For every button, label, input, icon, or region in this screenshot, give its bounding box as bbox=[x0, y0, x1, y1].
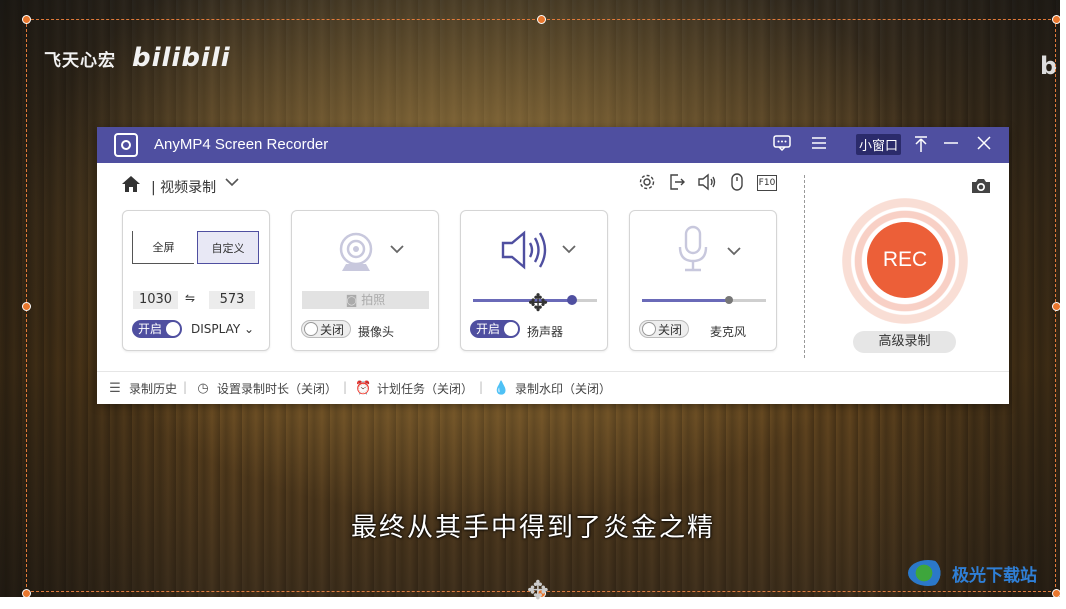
tool-icons: F10 bbox=[637, 173, 777, 193]
resize-handle-bottom-right[interactable] bbox=[1052, 589, 1061, 598]
drop-icon: 💧 bbox=[493, 381, 510, 396]
speaker-volume-knob[interactable] bbox=[567, 295, 578, 305]
link-ratio-icon[interactable]: ⇋ bbox=[185, 291, 195, 305]
speaker-icon[interactable] bbox=[697, 173, 717, 193]
snapshot-button[interactable]: ◙ 拍照 bbox=[302, 291, 429, 309]
export-icon[interactable] bbox=[667, 173, 687, 193]
home-icon[interactable] bbox=[121, 175, 141, 198]
vertical-divider bbox=[804, 175, 805, 358]
app-logo-icon bbox=[114, 133, 138, 157]
close-icon[interactable] bbox=[976, 135, 992, 156]
custom-area-label: 自定义 bbox=[211, 242, 245, 255]
move-cursor-icon: ✥ bbox=[528, 289, 549, 317]
speaker-card: 开启 扬声器 bbox=[460, 210, 608, 351]
separator: | bbox=[343, 380, 348, 394]
microphone-dropdown-icon[interactable] bbox=[726, 241, 742, 260]
display-toggle[interactable]: 开启 bbox=[132, 320, 182, 338]
webcam-toggle-label: 关闭 bbox=[320, 323, 345, 337]
separator: | bbox=[183, 380, 188, 394]
mini-window-button[interactable]: 小窗口 bbox=[856, 134, 902, 155]
app-title: AnyMP4 Screen Recorder bbox=[154, 136, 329, 153]
screenshot-camera-icon[interactable] bbox=[970, 177, 992, 200]
recorder-window: AnyMP4 Screen Recorder 小窗口 | 视频录制 F10 全屏… bbox=[97, 127, 1009, 404]
speaker-large-icon bbox=[499, 229, 551, 275]
microphone-icon bbox=[676, 225, 710, 277]
snapshot-label: 拍照 bbox=[361, 293, 386, 307]
record-duration-item[interactable]: ◷ 设置录制时长（关闭） bbox=[195, 380, 337, 397]
resize-handle-top[interactable] bbox=[537, 15, 546, 24]
minimize-icon[interactable] bbox=[943, 135, 959, 156]
list-icon: ☰ bbox=[109, 381, 121, 396]
microphone-volume-knob[interactable] bbox=[724, 296, 733, 304]
microphone-volume-slider[interactable] bbox=[642, 296, 766, 304]
width-input[interactable]: 1030 bbox=[133, 291, 178, 309]
mode-selector-label[interactable]: | 视频录制 bbox=[151, 177, 216, 197]
resize-handle-top-left[interactable] bbox=[22, 15, 31, 24]
speaker-label: 扬声器 bbox=[527, 325, 564, 339]
microphone-toggle-label: 关闭 bbox=[658, 323, 683, 337]
site-watermark-text: 极光下载站 bbox=[952, 565, 1037, 586]
height-input[interactable]: 573 bbox=[209, 291, 255, 309]
webcam-label: 摄像头 bbox=[358, 325, 395, 339]
schedule-task-item[interactable]: ⏰ 计划任务（关闭） bbox=[355, 380, 473, 397]
camera-small-icon: ◙ bbox=[345, 293, 358, 307]
fullscreen-button[interactable]: 全屏 bbox=[132, 231, 194, 264]
resize-handle-left[interactable] bbox=[22, 302, 31, 311]
schedule-task-label: 计划任务（关闭） bbox=[377, 382, 474, 396]
display-card: 全屏 自定义 1030 ⇋ 573 开启 DISPLAY ⌄ bbox=[122, 210, 270, 351]
feedback-icon[interactable] bbox=[773, 135, 791, 156]
clock-icon: ◷ bbox=[197, 381, 209, 396]
settings-icon[interactable] bbox=[637, 173, 657, 193]
record-watermark-item[interactable]: 💧 录制水印（关闭） bbox=[493, 380, 611, 397]
resize-handle-bottom-left[interactable] bbox=[22, 589, 31, 598]
speaker-toggle-label: 开启 bbox=[476, 322, 501, 336]
rec-button[interactable]: REC bbox=[867, 222, 943, 298]
custom-area-button[interactable]: 自定义 bbox=[197, 231, 259, 264]
record-watermark-label: 录制水印（关闭） bbox=[515, 382, 612, 396]
record-history-item[interactable]: ☰ 录制历史 bbox=[107, 380, 177, 397]
fullscreen-label: 全屏 bbox=[152, 241, 175, 254]
bottom-bar: ☰ 录制历史 | ◷ 设置录制时长（关闭） | ⏰ 计划任务（关闭） | 💧 录… bbox=[97, 371, 1009, 404]
microphone-card: 关闭 麦克风 bbox=[629, 210, 777, 351]
display-toggle-label: 开启 bbox=[138, 322, 163, 336]
microphone-toggle[interactable]: 关闭 bbox=[639, 320, 689, 338]
speaker-volume-fill bbox=[473, 299, 573, 302]
webcam-dropdown-icon[interactable] bbox=[389, 239, 405, 258]
f10-key-icon[interactable]: F10 bbox=[757, 175, 777, 191]
webcam-toggle[interactable]: 关闭 bbox=[301, 320, 351, 338]
menu-icon[interactable] bbox=[811, 135, 827, 155]
advanced-record-button[interactable]: 高级录制 bbox=[853, 331, 956, 353]
resize-handle-right[interactable] bbox=[1052, 302, 1061, 311]
resize-handle-top-right[interactable] bbox=[1052, 15, 1061, 24]
alarm-clock-icon: ⏰ bbox=[355, 381, 372, 396]
microphone-volume-fill bbox=[642, 299, 729, 302]
display-label: DISPLAY bbox=[191, 322, 241, 336]
pin-icon[interactable] bbox=[913, 135, 929, 158]
record-history-label: 录制历史 bbox=[129, 382, 178, 396]
title-bar[interactable]: AnyMP4 Screen Recorder 小窗口 bbox=[97, 127, 1009, 163]
mode-label: 视频录制 bbox=[160, 180, 217, 196]
mouse-icon[interactable] bbox=[727, 173, 747, 193]
move-icon[interactable]: ✥ bbox=[527, 576, 555, 606]
chevron-down-icon[interactable] bbox=[225, 175, 239, 191]
display-select[interactable]: DISPLAY ⌄ bbox=[191, 322, 254, 336]
webcam-icon bbox=[336, 231, 376, 277]
record-duration-label: 设置录制时长（关闭） bbox=[217, 382, 338, 396]
site-watermark: 极光下载站 bbox=[908, 558, 1058, 588]
speaker-toggle[interactable]: 开启 bbox=[470, 320, 520, 338]
speaker-dropdown-icon[interactable] bbox=[561, 239, 577, 258]
microphone-label: 麦克风 bbox=[710, 325, 747, 339]
site-logo-icon bbox=[908, 560, 948, 586]
separator: | bbox=[479, 380, 484, 394]
webcam-card: ◙ 拍照 关闭 摄像头 bbox=[291, 210, 439, 351]
